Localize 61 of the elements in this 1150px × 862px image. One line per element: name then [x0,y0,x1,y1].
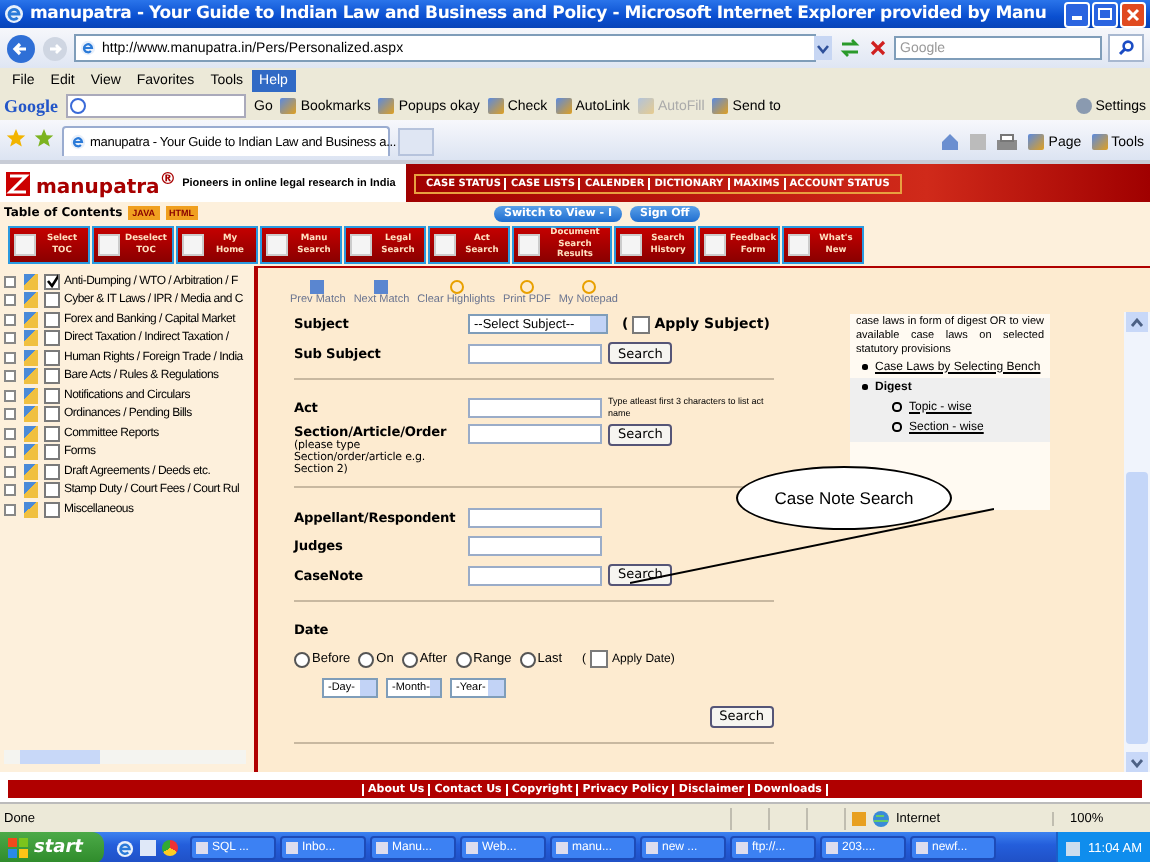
toolbar-logo: Google [4,96,58,116]
input-field[interactable] [468,536,602,557]
globe-icon [872,809,890,827]
checkbox[interactable] [44,444,60,461]
radio-button[interactable] [358,651,375,668]
tray-icon[interactable] [1066,841,1081,855]
checkbox[interactable] [44,406,60,423]
input-field[interactable] [468,565,602,586]
checkbox[interactable] [44,349,60,366]
home-icon[interactable] [940,132,961,152]
checkbox[interactable] [44,330,60,347]
checkbox[interactable] [44,463,60,480]
minimize-button[interactable] [1064,1,1090,27]
close-button[interactable] [1120,1,1146,27]
window-title: manupatra - Your Guide to Indian Law and Business and Policy - Microsoft Internet Explorer provided by Manu [30,4,1047,24]
checkbox[interactable] [44,368,60,385]
browser-icon [4,4,24,24]
radio-button[interactable] [294,651,310,668]
checkbox[interactable] [44,387,60,404]
arrow-up-icon [1130,317,1144,327]
input-field[interactable] [468,398,602,419]
checkbox[interactable] [590,650,609,669]
checkbox[interactable] [44,482,60,499]
vertical-scrollbar[interactable] [1124,312,1150,772]
checkbox[interactable] [632,315,651,334]
printer-icon[interactable] [996,133,1019,151]
input-field[interactable] [468,423,602,443]
radio-button[interactable] [519,651,536,668]
browser-icon[interactable] [116,839,134,857]
stop-icon[interactable] [868,38,888,58]
checkbox[interactable] [44,311,60,328]
refresh-icon[interactable] [838,38,862,58]
start-button[interactable]: start [0,832,104,862]
caret-icon [816,43,830,53]
checkbox[interactable] [44,501,60,518]
dropdown-button[interactable] [814,36,832,60]
radio-button[interactable] [401,651,418,668]
callout-bubble: Case Note Search [736,466,952,530]
input-field[interactable] [468,343,602,364]
checkbox[interactable] [44,292,60,309]
checkbox[interactable] [44,425,60,442]
circle-icon[interactable] [162,840,178,856]
checkbox[interactable] [44,273,60,290]
toolbar-search-field[interactable] [66,94,246,118]
search-button[interactable] [1108,34,1144,62]
search-icon [1118,40,1134,56]
close-icon [1126,7,1140,21]
security-icon [852,811,866,825]
input-field[interactable] [468,507,602,528]
add-favorite-icon[interactable] [34,128,54,148]
logo-icon [6,171,30,195]
star-icon[interactable] [6,128,26,148]
windows-logo-icon [8,838,28,858]
radio-button[interactable] [455,651,472,668]
arrow-down-icon [1130,757,1144,767]
horizontal-scrollbar[interactable] [4,750,246,764]
back-button[interactable] [6,33,36,63]
page-icon [70,134,86,150]
site-logo: manupatra$^{®}$ [36,167,177,199]
restore-button[interactable] [1092,1,1118,27]
page-icon [80,40,96,56]
